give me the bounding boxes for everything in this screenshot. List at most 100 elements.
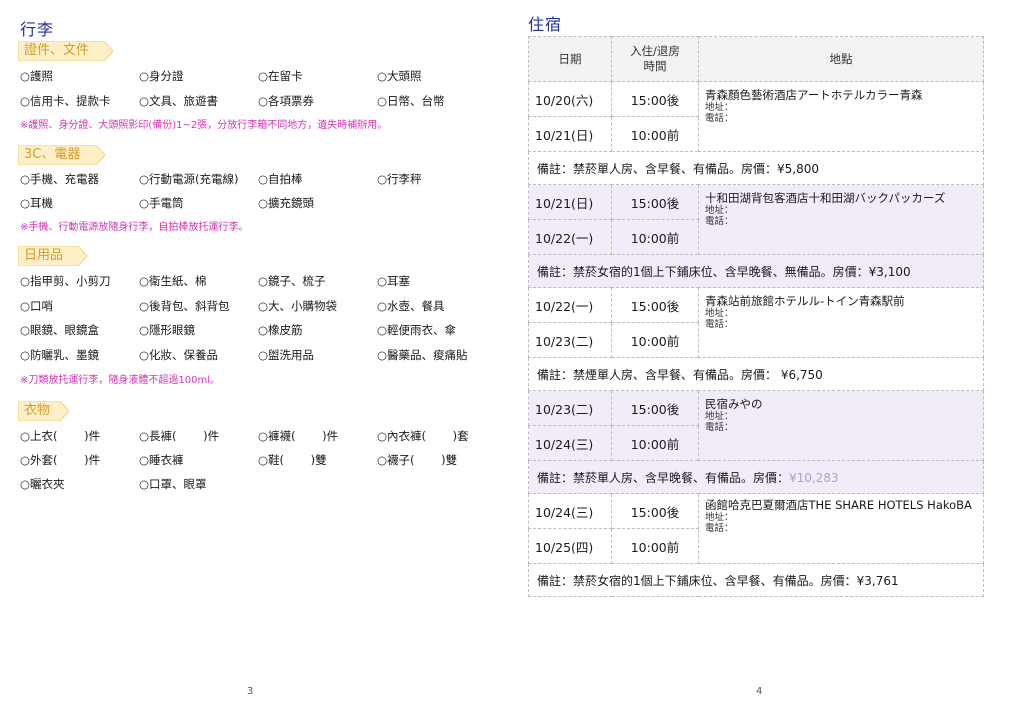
checklist-item[interactable]: ○大頭照 bbox=[377, 68, 422, 84]
section-note: ※手機、行動電源放隨身行李，自拍棒放托運行李。 bbox=[20, 222, 249, 233]
checkout-date: 10/21(日) bbox=[528, 116, 612, 152]
checkin-date: 10/23(二) bbox=[528, 390, 612, 426]
checklist-item[interactable]: ○護照 bbox=[20, 68, 53, 84]
hotel-name: 青森站前旅館ホテルル-トイン青森駅前 bbox=[705, 294, 905, 308]
checklist-item[interactable]: ○上衣( )件 bbox=[20, 428, 100, 444]
checklist-item[interactable]: ○襪子( )雙 bbox=[377, 452, 457, 468]
checklist-item[interactable]: ○防曬乳、墨鏡 bbox=[20, 347, 99, 363]
checkin-time: 15:00後 bbox=[611, 287, 699, 323]
stay-remark: 備註：禁菸單人房、含早晚餐、有備品。房價：¥10,283 bbox=[528, 460, 984, 494]
table-row: 10/20(六) 15:00後 青森顏色藝術酒店アートホテルカラー青森 地址： … bbox=[528, 81, 984, 152]
checkin-time: 15:00後 bbox=[611, 493, 699, 529]
checklist-item[interactable]: ○鞋( )雙 bbox=[258, 452, 327, 468]
checklist-item[interactable]: ○指甲剪、小剪刀 bbox=[20, 273, 111, 289]
checklist-item[interactable]: ○在留卡 bbox=[258, 68, 303, 84]
section-note: ※刀類放托運行李，隨身液體不超過100ml。 bbox=[20, 375, 220, 386]
checklist-item[interactable]: ○褲襪( )件 bbox=[258, 428, 338, 444]
checklist-item[interactable]: ○水壺、餐具 bbox=[377, 298, 445, 314]
checkout-date: 10/24(三) bbox=[528, 425, 612, 461]
checkin-time: 15:00後 bbox=[611, 390, 699, 426]
section-tag-daily-items: 日用品 bbox=[18, 246, 88, 266]
stay-remark: 備註：禁菸單人房、含早餐、有備品。房價：¥5,800 bbox=[528, 151, 984, 185]
checkout-time: 10:00前 bbox=[611, 322, 699, 358]
checklist-item[interactable]: ○自拍棒 bbox=[258, 171, 303, 187]
place-cell: 青森站前旅館ホテルル-トイン青森駅前 地址： 電話： bbox=[698, 287, 984, 358]
place-cell: 十和田湖背包客酒店十和田湖バックパッカーズ 地址： 電話： bbox=[698, 184, 984, 255]
checklist-item[interactable]: ○睡衣褲 bbox=[139, 452, 184, 468]
checklist-item[interactable]: ○行李秤 bbox=[377, 171, 422, 187]
checkout-date: 10/22(一) bbox=[528, 219, 612, 255]
stay-remark: 備註：禁菸女宿的1個上下鋪床位、含早餐、有備品。房價：¥3,761 bbox=[528, 563, 984, 597]
header-time-line2: 時間 bbox=[643, 59, 667, 73]
address-label: 地址： bbox=[705, 308, 734, 319]
lodging-title: 住宿 bbox=[528, 15, 563, 34]
checklist-item[interactable]: ○日幣、台幣 bbox=[377, 93, 445, 109]
checklist-item[interactable]: ○文具、旅遊書 bbox=[139, 93, 218, 109]
place-cell: 民宿みやの 地址： 電話： bbox=[698, 390, 984, 461]
checkout-time: 10:00前 bbox=[611, 425, 699, 461]
table-header-row: 日期 入住/退房 時間 地點 bbox=[528, 36, 984, 82]
place-cell: 青森顏色藝術酒店アートホテルカラー青森 地址： 電話： bbox=[698, 81, 984, 152]
section-note: ※護照、身分證、大頭照影印(備份)1~2張，分放行李箱不同地方，遺失時補辦用。 bbox=[20, 120, 388, 131]
checklist-item[interactable]: ○耳塞 bbox=[377, 273, 410, 289]
address-label: 地址： bbox=[705, 205, 734, 216]
header-date: 日期 bbox=[528, 36, 612, 82]
checklist-item[interactable]: ○行動電源(充電線) bbox=[139, 171, 239, 187]
checklist-item[interactable]: ○身分證 bbox=[139, 68, 184, 84]
checklist-item[interactable]: ○手電筒 bbox=[139, 195, 184, 211]
checklist-item[interactable]: ○各項票券 bbox=[258, 93, 314, 109]
checklist-item[interactable]: ○信用卡、提款卡 bbox=[20, 93, 111, 109]
checkout-date: 10/23(二) bbox=[528, 322, 612, 358]
checklist-item[interactable]: ○口哨 bbox=[20, 298, 53, 314]
checklist-item[interactable]: ○手機、充電器 bbox=[20, 171, 99, 187]
left-page: 行李 證件、文件 ○護照 ○身分證 ○在留卡 ○大頭照 ○信用卡、提款卡 ○文具… bbox=[0, 0, 507, 710]
checkout-time: 10:00前 bbox=[611, 528, 699, 564]
checklist-item[interactable]: ○內衣褲( )套 bbox=[377, 428, 469, 444]
checklist-item[interactable]: ○盥洗用品 bbox=[258, 347, 314, 363]
checkin-date: 10/21(日) bbox=[528, 184, 612, 220]
section-label: 證件、文件 bbox=[24, 43, 90, 58]
phone-label: 電話： bbox=[705, 319, 734, 330]
phone-label: 電話： bbox=[705, 216, 734, 227]
remark-text: 備註：禁菸單人房、含早晚餐、有備品。房價： bbox=[537, 470, 790, 485]
hotel-name: 青森顏色藝術酒店アートホテルカラー青森 bbox=[705, 88, 923, 102]
checklist-item[interactable]: ○輕便雨衣、傘 bbox=[377, 322, 456, 338]
phone-label: 電話： bbox=[705, 113, 734, 124]
right-page: 住宿 日期 入住/退房 時間 地點 10/20(六) 15:00後 青森顏色藝術酒… bbox=[507, 0, 1014, 710]
checklist-item[interactable]: ○後背包、斜背包 bbox=[139, 298, 230, 314]
place-cell: 函館哈克巴夏爾酒店THE SHARE HOTELS HakoBA 地址： 電話： bbox=[698, 493, 984, 564]
address-label: 地址： bbox=[705, 411, 734, 422]
checklist-item[interactable]: ○衛生紙、棉 bbox=[139, 273, 207, 289]
remark-price: ¥10,283 bbox=[789, 470, 839, 485]
checklist-item[interactable]: ○化妝、保養品 bbox=[139, 347, 218, 363]
checklist-item[interactable]: ○醫藥品、痠痛貼 bbox=[377, 347, 468, 363]
luggage-title: 行李 bbox=[20, 20, 55, 39]
checklist-item[interactable]: ○橡皮筋 bbox=[258, 322, 303, 338]
header-place: 地點 bbox=[698, 36, 984, 82]
section-tag-documents: 證件、文件 bbox=[18, 41, 114, 61]
phone-label: 電話： bbox=[705, 422, 734, 433]
checklist-item[interactable]: ○曬衣夾 bbox=[20, 476, 65, 492]
checklist-item[interactable]: ○耳機 bbox=[20, 195, 53, 211]
section-tag-clothing: 衣物 bbox=[18, 401, 70, 421]
checkin-time: 15:00後 bbox=[611, 184, 699, 220]
page-number: 3 bbox=[247, 686, 254, 697]
checklist-item[interactable]: ○口罩、眼罩 bbox=[139, 476, 207, 492]
remark-row: 備註：禁菸單人房、含早餐、有備品。房價：¥5,800 bbox=[528, 151, 984, 185]
checklist-item[interactable]: ○長褲( )件 bbox=[139, 428, 219, 444]
checklist-item[interactable]: ○外套( )件 bbox=[20, 452, 100, 468]
checklist-item[interactable]: ○擴充鏡頭 bbox=[258, 195, 314, 211]
checklist-item[interactable]: ○鏡子、梳子 bbox=[258, 273, 326, 289]
checklist-item[interactable]: ○大、小購物袋 bbox=[258, 298, 337, 314]
hotel-name: 函館哈克巴夏爾酒店THE SHARE HOTELS HakoBA bbox=[705, 498, 972, 512]
remark-row: 備註：禁煙單人房、含早餐、有備品。房價： ¥6,750 bbox=[528, 357, 984, 391]
table-row: 10/22(一) 15:00後 青森站前旅館ホテルル-トイン青森駅前 地址： 電… bbox=[528, 287, 984, 358]
checklist-item[interactable]: ○眼鏡、眼鏡盒 bbox=[20, 322, 99, 338]
checklist-item[interactable]: ○隱形眼鏡 bbox=[139, 322, 195, 338]
checkout-date: 10/25(四) bbox=[528, 528, 612, 564]
table-row: 10/23(二) 15:00後 民宿みやの 地址： 電話： bbox=[528, 390, 984, 461]
lodging-table: 日期 入住/退房 時間 地點 10/20(六) 15:00後 青森顏色藝術酒店アー… bbox=[528, 36, 984, 597]
table-row: 10/21(日) 15:00後 十和田湖背包客酒店十和田湖バックパッカーズ 地址… bbox=[528, 184, 984, 255]
section-label: 日用品 bbox=[24, 248, 64, 263]
stay-remark: 備註：禁菸女宿的1個上下鋪床位、含早晚餐、無備品。房價：¥3,100 bbox=[528, 254, 984, 288]
